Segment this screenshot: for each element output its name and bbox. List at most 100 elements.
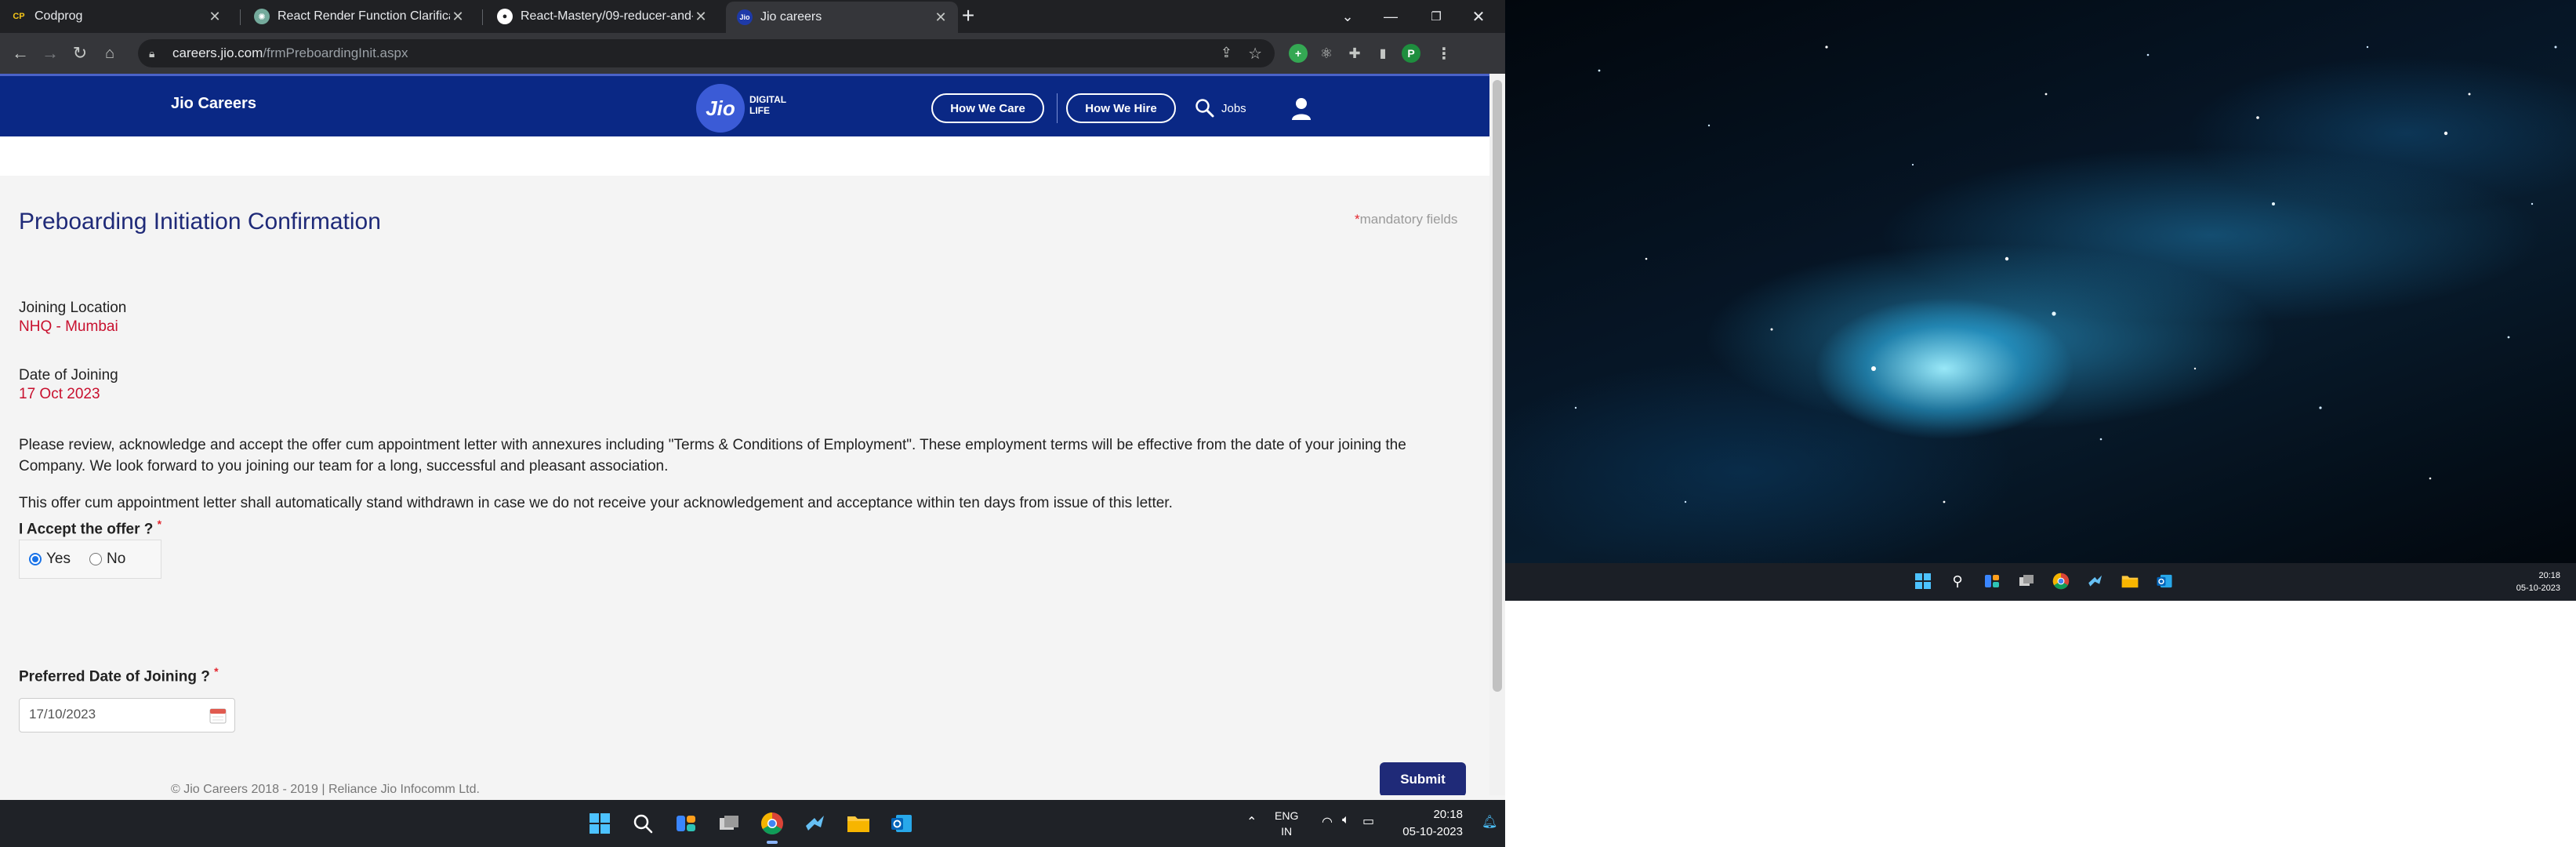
share-icon[interactable]: ⇪	[1221, 45, 1232, 61]
clock-time: 20:18	[2538, 571, 2560, 580]
steam-logo-icon	[806, 816, 824, 831]
radio-no[interactable]	[89, 553, 102, 565]
logo-tagline-line1: DIGITAL	[749, 94, 787, 105]
preferred-date-field[interactable]	[19, 698, 235, 732]
page-scrollbar[interactable]	[1489, 74, 1505, 795]
url-path: /frmPreboardingInit.aspx	[263, 45, 408, 60]
tab-react-render[interactable]: ✺ React Render Function Clarificati ✕	[243, 0, 475, 33]
forward-icon[interactable]: →	[39, 42, 61, 64]
footer-copyright: © Jio Careers 2018 - 2019 | Reliance Jio…	[171, 783, 480, 795]
outlook-icon[interactable]	[886, 808, 917, 839]
clock-date: 05-10-2023	[1402, 825, 1463, 838]
jobs-link[interactable]: Jobs	[1195, 98, 1246, 118]
calendar-icon[interactable]	[209, 707, 227, 724]
secondary-clock[interactable]: 20:18 05-10-2023	[2516, 569, 2560, 594]
url-host: careers.jio.com	[172, 45, 263, 60]
task-view-icon[interactable]	[2016, 571, 2037, 591]
outlook-icon[interactable]	[2154, 571, 2175, 591]
brand-link[interactable]: Jio Careers	[171, 95, 256, 113]
browser-window: CP Codprog ✕ ✺ React Render Function Cla…	[0, 0, 1505, 847]
jio-logo[interactable]: Jio	[696, 84, 745, 133]
steam-icon[interactable]	[2085, 571, 2106, 591]
tab-jio-careers[interactable]: Jio Jio careers ✕	[726, 2, 958, 33]
windows-logo-icon	[1915, 573, 1931, 589]
secondary-taskbar: ⚲ 20:18 05-10-2023	[1505, 563, 2576, 601]
widgets-icon[interactable]	[1982, 571, 2002, 591]
task-view-icon[interactable]	[713, 808, 745, 839]
file-explorer-icon[interactable]	[2120, 571, 2140, 591]
wifi-icon[interactable]: ◠	[1322, 814, 1333, 830]
extensions-puzzle-icon[interactable]: ✚	[1345, 44, 1364, 63]
chrome-taskbar-icon[interactable]	[756, 808, 788, 839]
jobs-label: Jobs	[1221, 101, 1246, 115]
radio-no-label[interactable]: No	[107, 551, 125, 568]
bookmark-star-icon[interactable]: ☆	[1248, 44, 1262, 64]
lock-icon[interactable]: 🔒︎	[149, 47, 161, 60]
home-icon[interactable]: ⌂	[99, 42, 121, 64]
new-tab-button[interactable]: +	[956, 5, 980, 28]
notification-bell-icon[interactable]: 🔔︎	[1482, 814, 1497, 830]
tab-search-icon[interactable]	[768, 0, 806, 33]
volume-icon[interactable]: 🔈︎	[1342, 813, 1350, 827]
accept-offer-text: I Accept the offer ?	[19, 521, 154, 538]
taskbar-search-icon[interactable]	[627, 808, 659, 839]
windows-start-icon[interactable]	[1913, 571, 1933, 591]
tray-overflow-chevron-icon[interactable]: ⌃	[1246, 814, 1257, 830]
how-we-hire-button[interactable]: How We Hire	[1066, 93, 1176, 123]
minimize-icon[interactable]: —	[1372, 0, 1410, 33]
mandatory-fields-note: *mandatory fields	[1355, 212, 1457, 227]
url-text: careers.jio.com/frmPreboardingInit.aspx	[172, 45, 408, 61]
language-indicator[interactable]: ENG IN	[1275, 808, 1298, 839]
close-tab-icon[interactable]: ✕	[693, 9, 709, 25]
withdrawal-paragraph: This offer cum appointment letter shall …	[19, 495, 1173, 511]
chatgpt-icon: ✺	[254, 9, 270, 24]
tab-separator	[240, 9, 241, 25]
close-tab-icon[interactable]: ✕	[207, 9, 223, 25]
user-profile-icon[interactable]	[1290, 96, 1312, 120]
submit-button[interactable]: Submit	[1380, 762, 1466, 795]
tab-bar: CP Codprog ✕ ✺ React Render Function Cla…	[0, 0, 1505, 33]
browser-menu-icon[interactable]: ⋮	[1435, 44, 1453, 63]
restore-icon[interactable]: ❐	[1417, 0, 1455, 33]
logo-tagline-line2: LIFE	[749, 105, 770, 116]
nebula-stars	[1574, 45, 2557, 503]
back-icon[interactable]: ←	[9, 42, 31, 64]
active-app-indicator	[767, 841, 778, 844]
tab-react-mastery[interactable]: ● React-Mastery/09-reducer-and- ✕	[486, 0, 718, 33]
close-window-icon[interactable]: ✕	[1460, 0, 1497, 33]
preferred-date-input[interactable]	[27, 699, 200, 730]
chrome-taskbar-icon[interactable]	[2051, 571, 2071, 591]
widgets-glyph-icon	[1985, 575, 1999, 587]
close-tab-icon[interactable]: ✕	[933, 9, 949, 26]
react-devtools-icon[interactable]: ⚛	[1317, 44, 1336, 63]
clock-date: 05-10-2023	[2516, 583, 2560, 593]
steam-icon[interactable]	[800, 808, 831, 839]
close-tab-icon[interactable]: ✕	[450, 9, 466, 25]
date-of-joining-value: 17 Oct 2023	[19, 386, 100, 402]
windows-start-icon[interactable]	[584, 808, 615, 839]
desktop-wallpaper	[1505, 0, 2576, 563]
task-view-glyph-icon	[720, 816, 738, 830]
how-we-care-button[interactable]: How We Care	[931, 93, 1044, 123]
profile-avatar[interactable]: P	[1402, 44, 1420, 63]
accept-offer-label: I Accept the offer ? *	[19, 518, 161, 538]
clock[interactable]: 20:18 05-10-2023	[1384, 806, 1463, 841]
file-explorer-icon[interactable]	[843, 808, 874, 839]
extension-green-icon[interactable]: +	[1289, 44, 1308, 63]
side-panel-icon[interactable]: ▮	[1373, 44, 1392, 63]
scrollbar-thumb[interactable]	[1493, 80, 1502, 692]
reload-icon[interactable]: ↻	[69, 42, 91, 64]
tab-codprog[interactable]: CP Codprog ✕	[0, 0, 232, 33]
battery-icon[interactable]: ▭	[1362, 813, 1374, 829]
radio-yes[interactable]	[29, 553, 42, 565]
clock-time: 20:18	[1433, 808, 1463, 821]
region-code: IN	[1281, 825, 1293, 838]
radio-yes-label[interactable]: Yes	[46, 551, 71, 568]
required-star: *	[1355, 212, 1360, 227]
address-bar[interactable]: 🔒︎ careers.jio.com/frmPreboardingInit.as…	[138, 39, 1275, 67]
taskbar-search-icon[interactable]: ⚲	[1947, 571, 1968, 591]
codprog-favicon-icon: CP	[11, 9, 27, 24]
widgets-icon[interactable]	[670, 808, 702, 839]
tab-list-chevron-icon[interactable]: ⌄	[1329, 0, 1366, 33]
required-star: *	[157, 518, 162, 530]
